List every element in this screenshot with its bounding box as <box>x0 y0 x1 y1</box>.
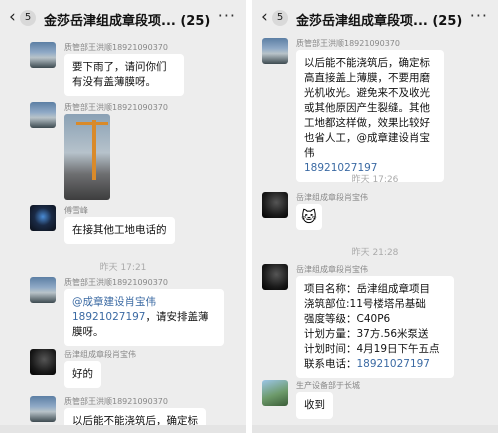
phone-link[interactable]: 18921027197 <box>72 311 146 323</box>
chat-header: ‹ 5 金莎岳津组成章段项... (25) ··· <box>0 0 246 36</box>
chat-title: 金莎岳津组成章段项... (25) <box>296 14 463 29</box>
chat-panel-right: ‹ 5 金莎岳津组成章段项... (25) ··· 质管部王洪顺18921090… <box>252 0 498 433</box>
phone-link[interactable]: 18921027197 <box>357 358 431 370</box>
sender-name: 生产设备部于长城 <box>296 381 360 390</box>
message-bubble[interactable]: @成章建设肖宝伟 18921027197，请安排盖薄膜呀。 <box>64 289 224 346</box>
avatar[interactable] <box>30 102 56 128</box>
message-bubble[interactable]: 好的 <box>64 361 101 388</box>
sender-name: 质管部王洪顺18921090370 <box>64 278 168 287</box>
message-bubble[interactable]: 项目名称：岳津组成章项目 浇筑部位:11号楼塔吊基础 强度等级：C40P6 计划… <box>296 276 454 378</box>
crane-image-detail <box>76 122 108 125</box>
bottom-edge <box>252 425 498 433</box>
bottom-edge <box>0 425 246 433</box>
avatar[interactable] <box>30 42 56 68</box>
sender-name: 质管部王洪顺18921090370 <box>64 397 168 406</box>
avatar[interactable] <box>262 38 288 64</box>
crane-image-detail <box>92 120 96 180</box>
message: 岳津组成章段肖宝伟 🐱 <box>262 192 492 232</box>
back-chevron-icon[interactable]: ‹ <box>261 8 268 26</box>
message: 质管部王洪顺18921090370 @成章建设肖宝伟 18921027197，请安… <box>30 277 240 347</box>
message: 质管部王洪顺18921090370 以后能不能浇筑后，确定标高直接盖上薄膜，不要… <box>262 38 492 182</box>
message-bubble[interactable]: 以后能不能浇筑后，确定标高直接盖上薄膜，不要用磨光机收光。避免来不及收光或其他原… <box>296 50 444 182</box>
message: 生产设备部于长城 收到 <box>262 380 492 425</box>
mention-text[interactable]: @成章建设肖宝伟 <box>72 296 156 308</box>
sender-name: 岳津组成章段肖宝伟 <box>64 350 136 359</box>
message-bubble[interactable]: 在接其他工地电话的 <box>64 217 175 244</box>
avatar[interactable] <box>262 380 288 406</box>
message: 质管部王洪顺18921090370 <box>30 102 240 204</box>
message: 岳津组成章段肖宝伟 项目名称：岳津组成章项目 浇筑部位:11号楼塔吊基础 强度等… <box>262 264 492 378</box>
message-bubble[interactable]: 收到 <box>296 392 333 419</box>
info-line: 联系电话：18921027197 <box>304 358 431 370</box>
avatar[interactable] <box>30 349 56 375</box>
sender-name: 质管部王洪顺18921090370 <box>64 103 168 112</box>
info-line: 强度等级：C40P6 <box>304 313 391 325</box>
timestamp: 昨天 17:26 <box>351 175 399 185</box>
unread-badge: 5 <box>272 10 288 26</box>
info-line: 项目名称：岳津组成章项目 <box>304 283 430 295</box>
sender-name: 质管部王洪顺18921090370 <box>64 43 168 52</box>
unread-badge: 5 <box>20 10 36 26</box>
message: 傅雪峰 在接其他工地电话的 <box>30 205 240 250</box>
back-chevron-icon[interactable]: ‹ <box>9 8 16 26</box>
chat-title: 金莎岳津组成章段项... (25) <box>44 14 211 29</box>
avatar[interactable] <box>262 264 288 290</box>
message: 岳津组成章段肖宝伟 好的 <box>30 349 240 389</box>
chat-panel-left: ‹ 5 金莎岳津组成章段项... (25) ··· 质管部王洪顺18921090… <box>0 0 246 433</box>
message-bubble[interactable]: 要下雨了，请问你们有没有盖薄膜呀。 <box>64 54 184 96</box>
info-line: 浇筑部位:11号楼塔吊基础 <box>304 298 426 310</box>
sender-name: 岳津组成章段肖宝伟 <box>296 193 368 202</box>
avatar[interactable] <box>30 396 56 422</box>
chat-header: ‹ 5 金莎岳津组成章段项... (25) ··· <box>252 0 498 36</box>
more-options-icon[interactable]: ··· <box>218 6 236 25</box>
avatar[interactable] <box>30 277 56 303</box>
photo-message[interactable] <box>64 114 110 200</box>
timestamp: 昨天 17:21 <box>99 263 147 273</box>
info-line: 计划方量：37方.56米泵送 <box>304 328 429 340</box>
avatar[interactable] <box>262 192 288 218</box>
sticker-icon[interactable]: 🐱 <box>296 204 322 230</box>
sender-name: 傅雪峰 <box>64 206 88 215</box>
sender-name: 质管部王洪顺18921090370 <box>296 39 400 48</box>
timestamp: 昨天 21:28 <box>351 248 399 258</box>
more-options-icon[interactable]: ··· <box>470 6 488 25</box>
info-line: 计划时间：4月19日下午五点 <box>304 343 440 355</box>
avatar[interactable] <box>30 205 56 231</box>
sender-name: 岳津组成章段肖宝伟 <box>296 265 368 274</box>
